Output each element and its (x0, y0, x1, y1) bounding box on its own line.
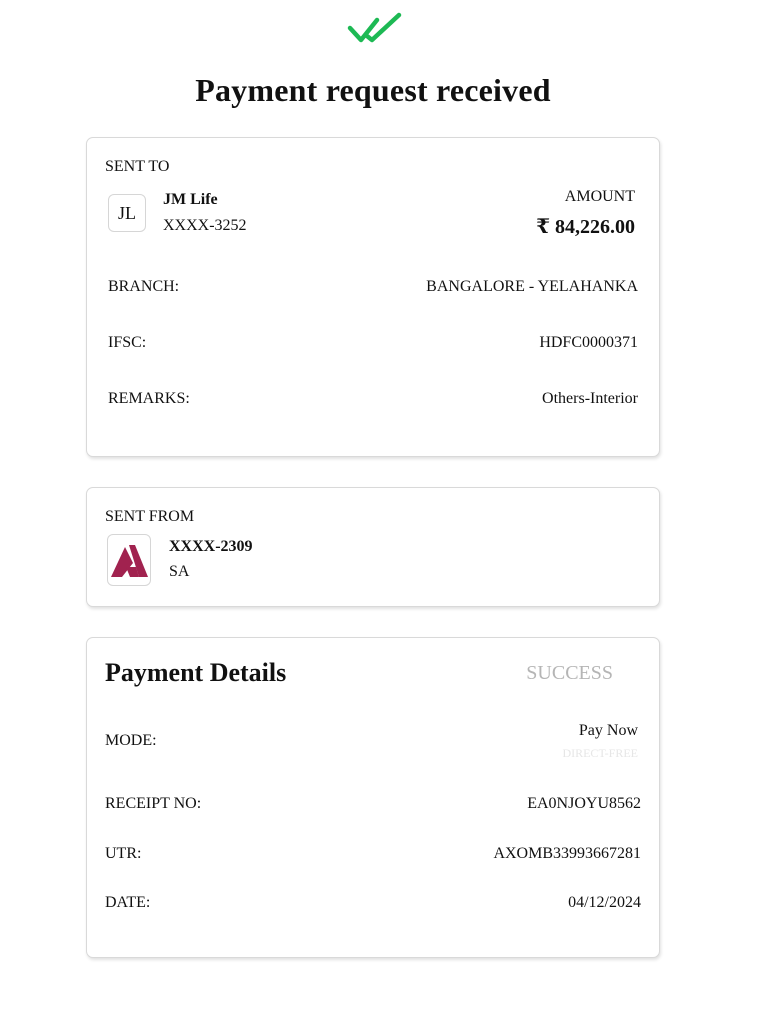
sent-to-label: SENT TO (105, 158, 170, 175)
mode-label: MODE: (105, 732, 157, 749)
sent-from-card: SENT FROM XXXX-2309 SA (86, 487, 660, 607)
mode-value: Pay Now (578, 722, 638, 739)
sender-name: SA (169, 563, 190, 580)
remarks-label: REMARKS: (108, 390, 190, 407)
recipient-avatar: JL (108, 194, 146, 232)
recipient-name: JM Life (163, 191, 218, 208)
ifsc-label: IFSC: (108, 334, 147, 351)
date-value: 04/12/2024 (568, 894, 641, 911)
axis-bank-logo-icon (107, 534, 151, 586)
double-check-icon (347, 12, 403, 48)
mode-subtext: DIRECT-FREE (562, 746, 638, 760)
amount-label: AMOUNT (564, 188, 635, 205)
amount-value: ₹ 84,226.00 (536, 216, 635, 238)
remarks-value: Others-Interior (542, 390, 638, 407)
utr-label: UTR: (105, 845, 142, 862)
branch-label: BRANCH: (108, 278, 180, 295)
ifsc-value: HDFC0000371 (539, 334, 638, 351)
sender-account: XXXX-2309 (169, 538, 253, 555)
date-label: DATE: (105, 894, 151, 911)
sent-from-label: SENT FROM (105, 508, 195, 525)
payment-details-card: Payment Details SUCCESS MODE: Pay Now DI… (86, 637, 660, 958)
status-badge: SUCCESS (526, 662, 613, 684)
sent-to-card: SENT TO JL JM Life XXXX-3252 AMOUNT ₹ 84… (86, 137, 660, 457)
page-title: Payment request received (195, 72, 551, 108)
receipt-label: RECEIPT NO: (105, 795, 202, 812)
branch-value: BANGALORE - YELAHANKA (426, 278, 638, 295)
payment-details-heading: Payment Details (105, 658, 287, 687)
utr-value: AXOMB33993667281 (493, 845, 641, 862)
receipt-value: EA0NJOYU8562 (527, 795, 641, 812)
recipient-account: XXXX-3252 (163, 217, 247, 234)
